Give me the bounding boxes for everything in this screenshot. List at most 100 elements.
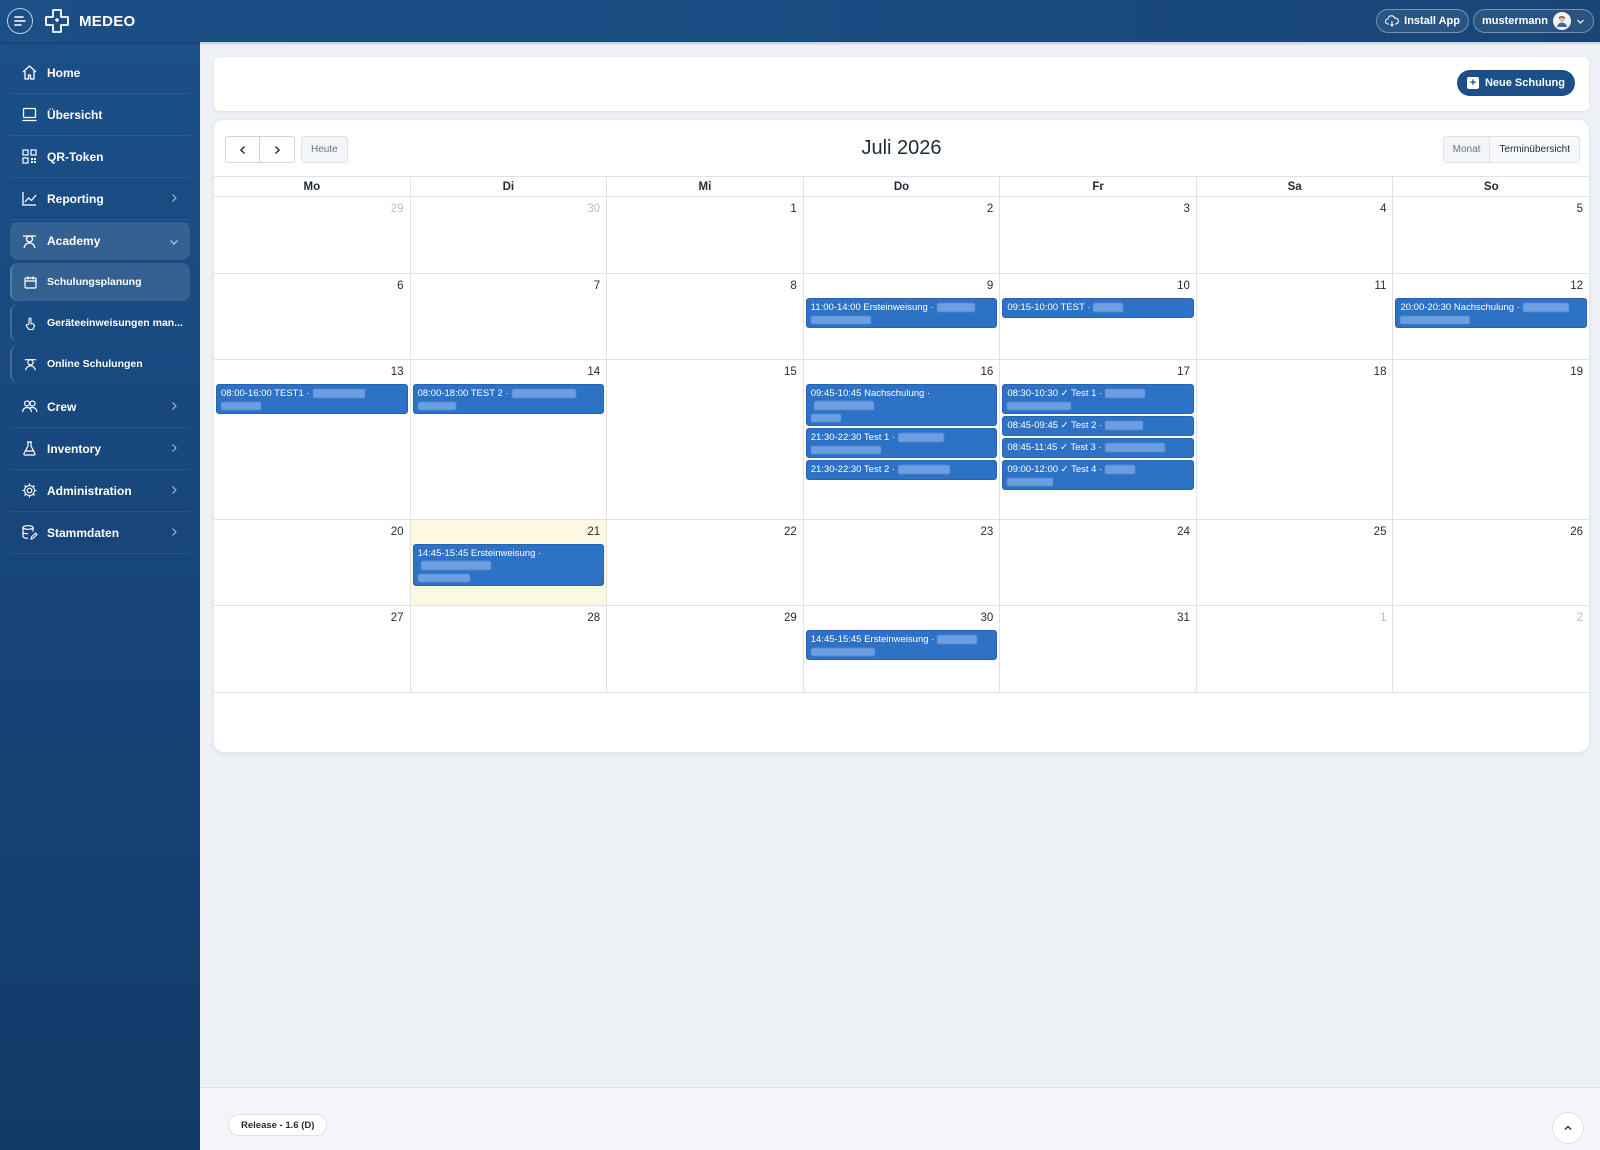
day-number[interactable]: 30 [806,608,998,630]
day-number[interactable]: 6 [216,276,408,298]
day-number[interactable]: 8 [609,276,801,298]
prev-month-button[interactable] [225,136,260,163]
sidebar-item-reporting[interactable]: Reporting [10,178,190,220]
day-number[interactable]: 13 [216,362,408,384]
day-cell[interactable]: 9 11:00-14:00 Ersteinweisung · [804,274,1001,359]
day-cell[interactable]: 28 [411,606,608,692]
day-number[interactable]: 14 [413,362,605,384]
day-number[interactable]: 2 [806,199,998,221]
day-number[interactable]: 2 [1395,608,1587,630]
calendar-event[interactable]: 08:45-09:45 ✓ Test 2 · [1002,416,1194,436]
day-cell[interactable]: 26 [1393,520,1589,605]
day-cell[interactable]: 7 [411,274,608,359]
today-button[interactable]: Heute [301,136,348,163]
calendar-event[interactable]: 09:00-12:00 ✓ Test 4 · [1002,460,1194,490]
calendar-event[interactable]: 08:00-16:00 TEST1 · [216,384,408,414]
day-number[interactable]: 4 [1199,199,1391,221]
day-number[interactable]: 20 [216,522,408,544]
day-number[interactable]: 24 [1002,522,1194,544]
day-number[interactable]: 25 [1199,522,1391,544]
day-number[interactable]: 15 [609,362,801,384]
sidebar-item-stammdaten[interactable]: Stammdaten [10,512,190,554]
sidebar-item-home[interactable]: Home [10,52,190,94]
day-number[interactable]: 26 [1395,522,1587,544]
day-cell[interactable]: 4 [1197,197,1394,273]
day-number[interactable]: 1 [1199,608,1391,630]
day-cell[interactable]: 23 [804,520,1001,605]
day-cell[interactable]: 3 [1000,197,1197,273]
sidebar-item-administration[interactable]: Administration [10,470,190,512]
day-number[interactable]: 1 [609,199,801,221]
calendar-event[interactable]: 21:30-22:30 Test 2 · [805,460,998,480]
day-cell[interactable]: 5 [1393,197,1589,273]
calendar-event[interactable]: 21:30-22:30 Test 1 · [805,428,998,458]
day-cell[interactable]: 1 [607,197,804,273]
day-cell[interactable]: 10 09:15-10:00 TEST · [1000,274,1197,359]
next-month-button[interactable] [260,136,295,163]
sidebar-subitem-online-schulungen[interactable]: Online Schulungen [10,345,190,383]
day-number[interactable]: 16 [806,362,998,384]
day-number[interactable]: 9 [806,276,998,298]
day-cell[interactable]: 2 [804,197,1001,273]
day-cell[interactable]: 20 [214,520,411,605]
day-number[interactable]: 10 [1002,276,1194,298]
day-cell[interactable]: 27 [214,606,411,692]
view-month-button[interactable]: Monat [1442,136,1491,163]
day-number[interactable]: 19 [1395,362,1587,384]
day-cell[interactable]: 30 [411,197,608,273]
install-app-button[interactable]: Install App [1376,9,1469,33]
day-cell[interactable]: 14 08:00-18:00 TEST 2 · [411,360,608,519]
sidebar-item-uebersicht[interactable]: Übersicht [10,94,190,136]
day-cell-today[interactable]: 21 14:45-15:45 Ersteinweisung · [410,520,608,605]
day-number[interactable]: 23 [806,522,998,544]
day-number[interactable]: 21 [413,522,605,544]
day-number[interactable]: 29 [609,608,801,630]
day-cell[interactable]: 29 [214,197,411,273]
calendar-event[interactable]: 08:30-10:30 ✓ Test 1 · [1002,384,1194,414]
day-cell[interactable]: 13 08:00-16:00 TEST1 · [214,360,411,519]
day-number[interactable]: 7 [413,276,605,298]
sidebar-item-academy[interactable]: Academy [10,222,190,260]
day-cell[interactable]: 24 [1000,520,1197,605]
day-number[interactable]: 5 [1395,199,1587,221]
day-cell[interactable]: 8 [607,274,804,359]
day-cell[interactable]: 1 [1197,606,1394,692]
day-cell[interactable]: 30 14:45-15:45 Ersteinweisung · [804,606,1001,692]
day-cell[interactable]: 6 [214,274,411,359]
user-menu-button[interactable]: mustermann [1472,9,1594,33]
day-number[interactable]: 30 [413,199,605,221]
menu-toggle-button[interactable] [7,8,33,34]
day-cell[interactable]: 11 [1197,274,1394,359]
sidebar-item-crew[interactable]: Crew [10,386,190,428]
day-number[interactable]: 29 [216,199,408,221]
day-cell[interactable]: 15 [607,360,804,519]
calendar-event[interactable]: 08:45-11:45 ✓ Test 3 · [1002,438,1194,458]
neue-schulung-button[interactable]: + Neue Schulung [1456,70,1575,96]
day-number[interactable]: 11 [1199,276,1391,298]
calendar-event[interactable]: 11:00-14:00 Ersteinweisung · [805,298,998,328]
day-cell[interactable]: 22 [607,520,804,605]
day-number[interactable]: 28 [413,608,605,630]
calendar-event[interactable]: 14:45-15:45 Ersteinweisung · [412,544,605,586]
day-number[interactable]: 22 [609,522,801,544]
scroll-top-button[interactable] [1552,1112,1584,1144]
day-cell[interactable]: 31 [1000,606,1197,692]
day-number[interactable]: 27 [216,608,408,630]
calendar-event[interactable]: 14:45-15:45 Ersteinweisung · [805,630,998,660]
calendar-event[interactable]: 20:00-20:30 Nachschulung · [1395,298,1588,328]
sidebar-subitem-schulungsplanung[interactable]: Schulungsplanung [10,263,190,301]
brand[interactable]: MEDEO [43,7,136,35]
day-number[interactable]: 17 [1002,362,1194,384]
sidebar-item-inventory[interactable]: Inventory [10,428,190,470]
day-cell[interactable]: 16 09:45-10:45 Nachschulung · 21:30-22:30 … [804,360,1001,519]
day-cell[interactable]: 19 [1393,360,1589,519]
day-cell[interactable]: 29 [607,606,804,692]
day-number[interactable]: 31 [1002,608,1194,630]
calendar-event[interactable]: 08:00-18:00 TEST 2 · [412,384,605,414]
day-number[interactable]: 12 [1395,276,1587,298]
day-number[interactable]: 3 [1002,199,1194,221]
calendar-event[interactable]: 09:15-10:00 TEST · [1002,298,1194,318]
view-termin-uebersicht-button[interactable]: Terminübersicht [1490,136,1580,163]
sidebar-subitem-geraeteeinweisungen[interactable]: Geräteeinweisungen man... [10,304,190,342]
day-cell[interactable]: 17 08:30-10:30 ✓ Test 1 · 08:45-09:45 ✓ Te… [1000,360,1197,519]
